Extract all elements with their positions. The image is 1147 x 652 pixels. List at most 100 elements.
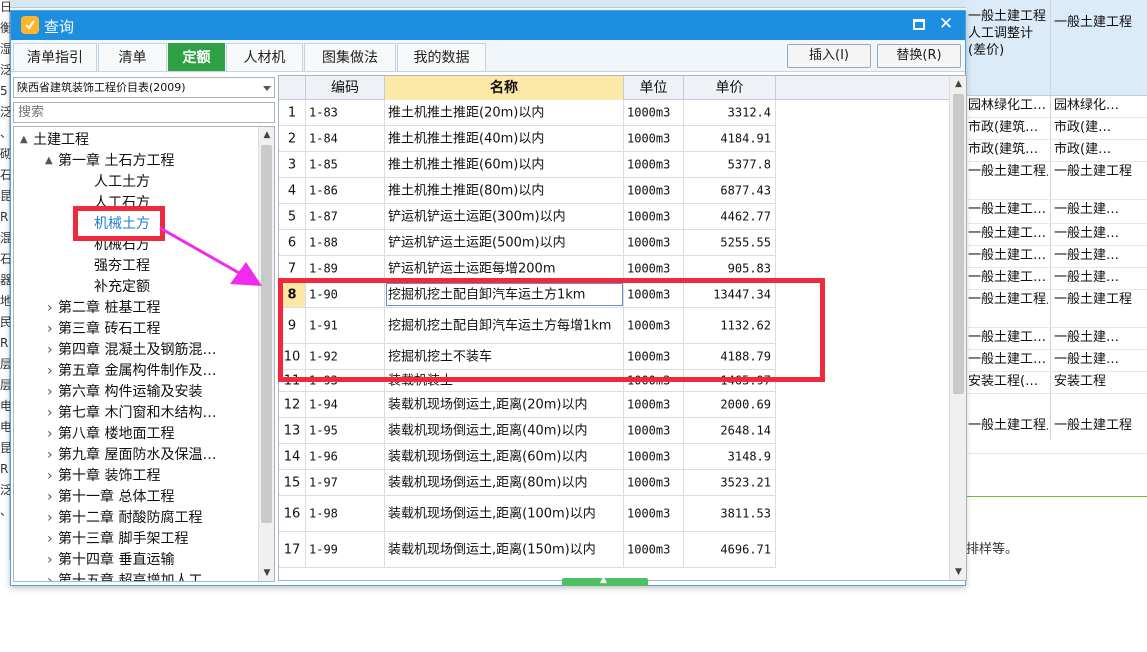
tree-node-chapter[interactable]: 第四章 混凝土及钢筋混… — [58, 340, 216, 360]
table-row[interactable]: 17 1-99 装载机现场倒运土,距离(150m)以内 1000m3 4696.71 — [279, 532, 776, 568]
table-cell-name[interactable]: 装载机现场倒运土,距离(80m)以内 — [385, 470, 624, 495]
table-cell-name[interactable]: 装载机现场倒运土,距离(60m)以内 — [385, 444, 624, 469]
table-cell-code[interactable]: 1-94 — [306, 392, 385, 417]
collapse-arrow-icon[interactable]: ▲ — [20, 130, 28, 150]
tree-node-section[interactable]: 强夯工程 — [94, 256, 150, 276]
search-input[interactable] — [13, 102, 275, 123]
splitter-handle[interactable]: ▲ — [562, 575, 648, 586]
tree-node-chapter[interactable]: 第六章 构件运输及安装 — [58, 382, 202, 402]
table-row[interactable]: 14 1-96 装载机现场倒运土,距离(60m)以内 1000m3 3148.9 — [279, 444, 776, 470]
expand-arrow-icon[interactable]: › — [47, 361, 53, 381]
table-cell-n[interactable]: 12 — [279, 392, 306, 417]
tree-node-chapter[interactable]: 第七章 木门窗和木结构… — [58, 403, 216, 423]
table-cell-name[interactable]: 装载机现场倒运土,距离(40m)以内 — [385, 418, 624, 443]
table-cell-code[interactable]: 1-96 — [306, 444, 385, 469]
replace-button[interactable]: 替换(R) — [877, 44, 961, 68]
expand-arrow-icon[interactable]: › — [47, 529, 53, 549]
table-row[interactable]: 3 1-85 推土机推土推距(60m)以内 1000m3 5377.8 — [279, 152, 776, 178]
table-cell-price[interactable]: 6877.43 — [684, 178, 776, 203]
table-cell-price[interactable]: 3148.9 — [684, 444, 776, 469]
table-cell-unit[interactable]: 1000m3 — [624, 496, 684, 531]
table-cell-name[interactable]: 推土机推土推距(60m)以内 — [385, 152, 624, 177]
table-cell-price[interactable]: 2000.69 — [684, 392, 776, 417]
table-row[interactable]: 15 1-97 装载机现场倒运土,距离(80m)以内 1000m3 3523.21 — [279, 470, 776, 496]
table-cell-n[interactable]: 14 — [279, 444, 306, 469]
table-row[interactable]: 12 1-94 装载机现场倒运土,距离(20m)以内 1000m3 2000.69 — [279, 392, 776, 418]
table-cell-price[interactable]: 3312.4 — [684, 100, 776, 125]
table-cell-n[interactable]: 5 — [279, 204, 306, 229]
close-icon[interactable]: ✕ — [937, 13, 955, 35]
tree-node-chapter[interactable]: 第八章 楼地面工程 — [58, 424, 174, 444]
table-cell-n[interactable]: 13 — [279, 418, 306, 443]
table-cell-name[interactable]: 推土机推土推距(40m)以内 — [385, 126, 624, 151]
table-cell-unit[interactable]: 1000m3 — [624, 532, 684, 567]
tab-my-data[interactable]: 我的数据 — [397, 43, 486, 71]
expand-arrow-icon[interactable]: › — [47, 445, 53, 465]
tree-node-chapter[interactable]: 第五章 金属构件制作及… — [58, 361, 216, 381]
table-cell-price[interactable]: 5255.55 — [684, 230, 776, 255]
chevron-down-icon[interactable] — [263, 86, 271, 91]
tree-node-chapter[interactable]: 第十章 装饰工程 — [58, 466, 160, 486]
tree-node-chapter1[interactable]: 第一章 土石方工程 — [58, 151, 174, 171]
table-cell-n[interactable]: 16 — [279, 496, 306, 531]
dialog-title-bar[interactable]: 查询 ✕ — [11, 11, 965, 40]
table-cell-price[interactable]: 3811.53 — [684, 496, 776, 531]
table-cell-name[interactable]: 铲运机铲运土运距(300m)以内 — [385, 204, 624, 229]
tree-node-chapter[interactable]: 第二章 桩基工程 — [58, 298, 160, 318]
header-price[interactable]: 单价 — [684, 76, 776, 100]
expand-arrow-icon[interactable]: › — [47, 571, 53, 581]
expand-arrow-icon[interactable]: › — [47, 403, 53, 423]
table-cell-name[interactable]: 铲运机铲运土运距(500m)以内 — [385, 230, 624, 255]
table-cell-code[interactable]: 1-84 — [306, 126, 385, 151]
table-cell-price[interactable]: 4462.77 — [684, 204, 776, 229]
table-cell-code[interactable]: 1-97 — [306, 470, 385, 495]
expand-arrow-icon[interactable]: › — [47, 382, 53, 402]
table-cell-unit[interactable]: 1000m3 — [624, 204, 684, 229]
tree-node-root[interactable]: 土建工程 — [33, 130, 89, 150]
table-cell-n[interactable]: 2 — [279, 126, 306, 151]
expand-arrow-icon[interactable]: › — [47, 466, 53, 486]
table-cell-code[interactable]: 1-86 — [306, 178, 385, 203]
table-cell-n[interactable]: 4 — [279, 178, 306, 203]
header-code[interactable]: 编码 — [306, 76, 385, 100]
expand-arrow-icon[interactable]: › — [47, 340, 53, 360]
table-cell-price[interactable]: 4696.71 — [684, 532, 776, 567]
table-cell-unit[interactable]: 1000m3 — [624, 444, 684, 469]
table-cell-code[interactable]: 1-85 — [306, 152, 385, 177]
expand-arrow-icon[interactable]: › — [47, 508, 53, 528]
scroll-up-icon[interactable]: ▲ — [259, 127, 274, 143]
table-row[interactable]: 16 1-98 装载机现场倒运土,距离(100m)以内 1000m3 3811.53 — [279, 496, 776, 532]
tree-node-chapter[interactable]: 第十一章 总体工程 — [58, 487, 174, 507]
tree-node-section[interactable]: 人工土方 — [94, 172, 150, 192]
table-cell-name[interactable]: 装载机现场倒运土,距离(20m)以内 — [385, 392, 624, 417]
scroll-down-icon[interactable]: ▼ — [259, 565, 274, 581]
collapse-arrow-icon[interactable]: ▲ — [45, 151, 53, 171]
tree-scrollbar[interactable]: ▲ ▼ — [258, 127, 274, 581]
table-cell-name[interactable]: 推土机推土推距(20m)以内 — [385, 100, 624, 125]
scroll-up-icon[interactable]: ▲ — [950, 76, 966, 92]
expand-arrow-icon[interactable]: › — [47, 550, 53, 570]
tree-node-section[interactable]: 补充定额 — [94, 277, 150, 297]
expand-arrow-icon[interactable]: › — [47, 319, 53, 339]
table-row[interactable]: 4 1-86 推土机推土推距(80m)以内 1000m3 6877.43 — [279, 178, 776, 204]
table-row[interactable]: 1 1-83 推土机推土推距(20m)以内 1000m3 3312.4 — [279, 100, 776, 126]
scroll-thumb[interactable] — [953, 94, 964, 394]
table-cell-price[interactable]: 4184.91 — [684, 126, 776, 151]
maximize-icon[interactable] — [913, 19, 925, 30]
table-cell-n[interactable]: 17 — [279, 532, 306, 567]
tree-node-chapter[interactable]: 第九章 屋面防水及保温… — [58, 445, 216, 465]
tree-node-chapter[interactable]: 第十四章 垂直运输 — [58, 550, 174, 570]
tab-list-guide[interactable]: 清单指引 — [13, 43, 97, 71]
tab-list[interactable]: 清单 — [98, 43, 167, 71]
expand-arrow-icon[interactable]: › — [47, 487, 53, 507]
scroll-down-icon[interactable]: ▼ — [950, 564, 966, 580]
header-unit[interactable]: 单位 — [624, 76, 684, 100]
table-cell-code[interactable]: 1-88 — [306, 230, 385, 255]
table-cell-n[interactable]: 1 — [279, 100, 306, 125]
table-cell-unit[interactable]: 1000m3 — [624, 392, 684, 417]
table-cell-code[interactable]: 1-99 — [306, 532, 385, 567]
table-cell-price[interactable]: 3523.21 — [684, 470, 776, 495]
table-cell-n[interactable]: 6 — [279, 230, 306, 255]
table-row[interactable]: 13 1-95 装载机现场倒运土,距离(40m)以内 1000m3 2648.14 — [279, 418, 776, 444]
tab-materials[interactable]: 人材机 — [226, 43, 303, 71]
